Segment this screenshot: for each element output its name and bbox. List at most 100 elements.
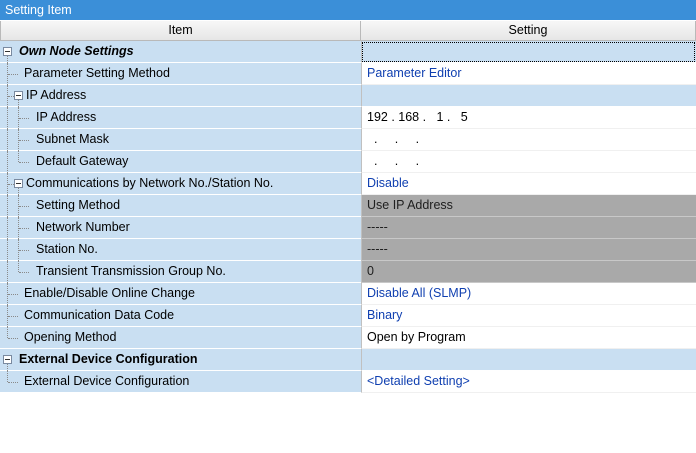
table-row: Setting Method Use IP Address (0, 195, 696, 217)
tree-line (8, 338, 18, 339)
tree-line (19, 118, 29, 119)
row-setting-parameter-setting-method[interactable]: Parameter Editor (361, 63, 696, 85)
tree-line (19, 140, 29, 141)
tree-line (19, 206, 29, 207)
row-label: Setting Method (36, 198, 121, 212)
table-row: Transient Transmission Group No. 0 (0, 261, 696, 283)
tree-line (7, 261, 8, 283)
minus-box-icon[interactable] (14, 91, 23, 100)
tree-line (7, 239, 8, 261)
row-setting-setting-method: Use IP Address (361, 195, 696, 217)
table-row: Communications by Network No./Station No… (0, 173, 696, 195)
tree-line (8, 294, 18, 295)
table-row: IP Address 192 . 168 . 1 . 5 (0, 107, 696, 129)
row-item-opening-method[interactable]: Opening Method (0, 327, 361, 349)
row-setting-own-node-settings[interactable] (361, 41, 696, 63)
tree-line (8, 74, 18, 75)
row-item-external-device-configuration-group[interactable]: External Device Configuration (0, 349, 361, 371)
row-setting-opening-method[interactable]: Open by Program (361, 327, 696, 349)
row-setting-detailed-setting[interactable]: <Detailed Setting> (361, 371, 696, 393)
row-label: Default Gateway (36, 154, 129, 168)
tree-line (7, 327, 8, 338)
row-label: Network Number (36, 220, 130, 234)
row-label: Parameter Setting Method (24, 66, 170, 80)
row-item-ip-address-group[interactable]: IP Address (0, 85, 361, 107)
tree-line (19, 272, 29, 273)
row-label: Station No. (36, 242, 98, 256)
table-row: Default Gateway . . . (0, 151, 696, 173)
row-item-setting-method[interactable]: Setting Method (0, 195, 361, 217)
row-item-ip-address[interactable]: IP Address (0, 107, 361, 129)
tree-line (19, 250, 29, 251)
row-setting-communications-by-network-no[interactable]: Disable (361, 173, 696, 195)
row-item-network-number[interactable]: Network Number (0, 217, 361, 239)
row-item-own-node-settings[interactable]: Own Node Settings (0, 41, 361, 63)
row-label: IP Address (36, 110, 97, 124)
table-row: External Device Configuration <Detailed … (0, 371, 696, 393)
tree-line (7, 107, 8, 129)
row-setting-communication-data-code[interactable]: Binary (361, 305, 696, 327)
tree-line (7, 129, 8, 151)
table-row: Subnet Mask . . . (0, 129, 696, 151)
row-label: Transient Transmission Group No. (36, 264, 226, 278)
row-item-communications-by-network-no[interactable]: Communications by Network No./Station No… (0, 173, 361, 195)
tree-line (18, 261, 19, 272)
tree-line (18, 151, 19, 162)
row-item-transient-transmission-group-no[interactable]: Transient Transmission Group No. (0, 261, 361, 283)
header-item[interactable]: Item (0, 21, 361, 41)
row-setting-station-no: ----- (361, 239, 696, 261)
row-label: External Device Configuration (19, 352, 198, 366)
table-row: Communication Data Code Binary (0, 305, 696, 327)
row-item-communication-data-code[interactable]: Communication Data Code (0, 305, 361, 327)
tree-line (8, 382, 18, 383)
tree-line (8, 316, 18, 317)
row-setting-enable-disable-online-change[interactable]: Disable All (SLMP) (361, 283, 696, 305)
row-item-external-device-configuration[interactable]: External Device Configuration (0, 371, 361, 393)
table-row: Enable/Disable Online Change Disable All… (0, 283, 696, 305)
row-label: Own Node Settings (19, 44, 134, 58)
tree-line (18, 100, 19, 107)
row-label: Communication Data Code (24, 308, 175, 322)
row-item-parameter-setting-method[interactable]: Parameter Setting Method (0, 63, 361, 85)
tree-line (18, 188, 19, 195)
minus-box-icon[interactable] (3, 355, 12, 364)
row-setting-ip-address-group (361, 85, 696, 107)
row-item-enable-disable-online-change[interactable]: Enable/Disable Online Change (0, 283, 361, 305)
column-header: Item Setting (0, 20, 696, 41)
row-setting-default-gateway[interactable]: . . . (361, 151, 696, 173)
row-item-default-gateway[interactable]: Default Gateway (0, 151, 361, 173)
table-row: Opening Method Open by Program (0, 327, 696, 349)
table-row: Own Node Settings (0, 41, 696, 63)
panel-title: Setting Item (0, 0, 696, 20)
table-row: IP Address (0, 85, 696, 107)
row-label: Opening Method (24, 330, 117, 344)
table-row: External Device Configuration (0, 349, 696, 371)
tree-line (7, 371, 8, 382)
row-item-station-no[interactable]: Station No. (0, 239, 361, 261)
header-setting[interactable]: Setting (361, 21, 696, 41)
tree-line (7, 56, 8, 63)
tree-line (7, 364, 8, 371)
tree-line (7, 195, 8, 217)
row-setting-transient-transmission-group-no: 0 (361, 261, 696, 283)
tree-line (19, 228, 29, 229)
row-label: Communications by Network No./Station No… (26, 176, 274, 190)
tree-line (7, 217, 8, 239)
row-item-subnet-mask[interactable]: Subnet Mask (0, 129, 361, 151)
minus-box-icon[interactable] (14, 179, 23, 188)
row-setting-subnet-mask[interactable]: . . . (361, 129, 696, 151)
row-label: IP Address (26, 88, 87, 102)
row-label: Enable/Disable Online Change (24, 286, 195, 300)
row-setting-external-device-configuration-group (361, 349, 696, 371)
minus-box-icon[interactable] (3, 47, 12, 56)
settings-grid: Own Node Settings Parameter Setting Meth… (0, 41, 696, 393)
setting-item-panel: Setting Item Item Setting Own Node Setti… (0, 0, 696, 453)
table-row: Parameter Setting Method Parameter Edito… (0, 63, 696, 85)
table-row: Station No. ----- (0, 239, 696, 261)
row-setting-network-number: ----- (361, 217, 696, 239)
row-label: External Device Configuration (24, 374, 190, 388)
row-setting-ip-address[interactable]: 192 . 168 . 1 . 5 (361, 107, 696, 129)
tree-line (19, 162, 29, 163)
row-label: Subnet Mask (36, 132, 109, 146)
tree-line (7, 151, 8, 173)
